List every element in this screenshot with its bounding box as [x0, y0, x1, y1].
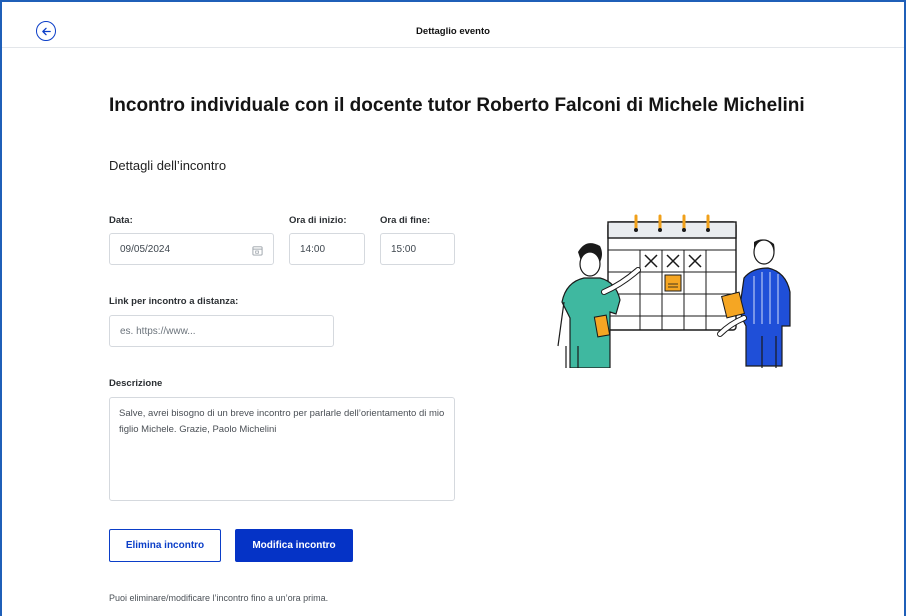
top-bar: Dettaglio evento: [2, 2, 904, 48]
end-time-label: Ora di fine:: [380, 215, 431, 226]
edit-meeting-button[interactable]: Modifica incontro: [235, 529, 353, 562]
calendar-icon[interactable]: [252, 245, 263, 256]
meeting-calendar-illustration: [557, 214, 791, 368]
page-title: Incontro individuale con il docente tuto…: [109, 95, 805, 116]
description-textarea[interactable]: Salve, avrei bisogno di un breve incontr…: [109, 397, 455, 501]
delete-meeting-button[interactable]: Elimina incontro: [109, 529, 221, 562]
calendar-illustration: [607, 214, 737, 331]
start-time-field[interactable]: 14:00: [289, 233, 365, 265]
end-time-field[interactable]: 15:00: [380, 233, 455, 265]
link-input[interactable]: es. https://www...: [109, 315, 334, 347]
end-time-value: 15:00: [391, 243, 417, 255]
section-title: Dettagli dell’incontro: [109, 158, 227, 173]
start-time-label: Ora di inizio:: [289, 215, 347, 226]
date-field[interactable]: 09/05/2024: [109, 233, 274, 265]
footnote: Puoi eliminare/modificare l’incontro fin…: [109, 593, 329, 603]
header-title: Dettaglio evento: [416, 26, 490, 37]
date-label: Data:: [109, 215, 133, 226]
start-time-value: 14:00: [300, 243, 326, 255]
link-placeholder: es. https://www...: [120, 325, 196, 337]
date-value: 09/05/2024: [120, 243, 171, 255]
description-label: Descrizione: [109, 378, 163, 389]
link-label: Link per incontro a distanza:: [109, 296, 239, 307]
